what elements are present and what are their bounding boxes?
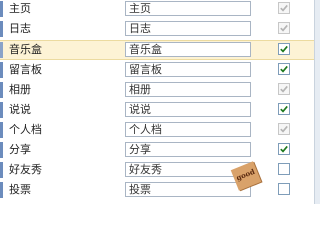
drag-handle[interactable]	[0, 82, 3, 98]
module-name-input[interactable]: 留言板	[125, 62, 251, 77]
module-name-label: 相册	[9, 83, 31, 96]
module-name-label: 说说	[9, 103, 31, 116]
checkmark-icon	[280, 85, 288, 93]
checkmark-icon	[280, 4, 288, 12]
module-name-input[interactable]: 音乐盒	[125, 42, 251, 57]
list-row-friends-show: 好友秀 好友秀	[0, 161, 320, 180]
drag-handle[interactable]	[0, 102, 3, 118]
list-row-home: 主页 主页	[0, 0, 320, 19]
visibility-checkbox[interactable]	[278, 103, 290, 115]
checkmark-icon	[280, 45, 288, 53]
module-name-label: 个人档	[9, 123, 42, 136]
visibility-checkbox[interactable]	[278, 123, 290, 135]
visibility-checkbox[interactable]	[278, 83, 290, 95]
module-name-label: 好友秀	[9, 163, 42, 176]
checkmark-icon	[280, 65, 288, 73]
module-name-label: 留言板	[9, 63, 42, 76]
badge-label: good	[234, 166, 256, 183]
drag-handle[interactable]	[0, 42, 3, 58]
visibility-checkbox[interactable]	[278, 63, 290, 75]
checkmark-icon	[280, 24, 288, 32]
module-name-input[interactable]: 个人档	[125, 122, 251, 137]
drag-handle[interactable]	[0, 62, 3, 78]
module-name-label: 日志	[9, 22, 31, 35]
module-settings-list: 主页 主页 日志 日志 音乐盒 音乐盒 留言板 留言板 相册 相册 说说 说说 …	[0, 0, 320, 204]
list-row-blog: 日志 日志	[0, 20, 320, 39]
checkmark-icon	[280, 125, 288, 133]
drag-handle[interactable]	[0, 142, 3, 158]
visibility-checkbox[interactable]	[278, 2, 290, 14]
visibility-checkbox[interactable]	[278, 143, 290, 155]
list-row-profile: 个人档 个人档	[0, 121, 320, 140]
list-row-message-board: 留言板 留言板	[0, 61, 320, 80]
drag-handle[interactable]	[0, 162, 3, 178]
module-name-input[interactable]: 相册	[125, 82, 251, 97]
checkmark-icon	[280, 105, 288, 113]
module-name-label: 分享	[9, 143, 31, 156]
module-name-input[interactable]: 主页	[125, 1, 251, 16]
list-row-status: 说说 说说	[0, 101, 320, 120]
module-name-label: 主页	[9, 2, 31, 15]
visibility-checkbox[interactable]	[278, 183, 290, 195]
visibility-checkbox[interactable]	[278, 43, 290, 55]
visibility-checkbox[interactable]	[278, 22, 290, 34]
list-row-vote: 投票 投票	[0, 181, 320, 200]
module-name-label: 投票	[9, 183, 31, 196]
module-name-label: 音乐盒	[9, 43, 42, 56]
drag-handle[interactable]	[0, 1, 3, 17]
right-edge-panel	[314, 0, 320, 204]
list-row-share: 分享 分享	[0, 141, 320, 160]
module-name-input[interactable]: 日志	[125, 21, 251, 36]
visibility-checkbox[interactable]	[278, 163, 290, 175]
list-row-music-box: 音乐盒 音乐盒	[0, 40, 320, 60]
module-name-input[interactable]: 分享	[125, 142, 251, 157]
drag-handle[interactable]	[0, 182, 3, 198]
drag-handle[interactable]	[0, 122, 3, 138]
checkmark-icon	[280, 145, 288, 153]
module-name-input[interactable]: 投票	[125, 182, 251, 197]
module-name-input[interactable]: 说说	[125, 102, 251, 117]
list-row-album: 相册 相册	[0, 81, 320, 100]
drag-handle[interactable]	[0, 21, 3, 37]
